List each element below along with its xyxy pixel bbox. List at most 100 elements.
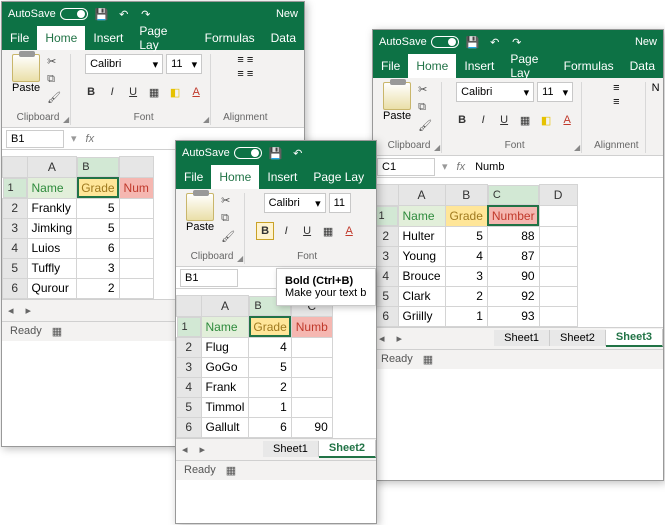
cell[interactable]: 3 [445,266,487,286]
copy-icon[interactable]: ⧉ [218,211,238,226]
paste-button[interactable]: Paste [186,193,214,244]
fx-dd-icon[interactable]: ▾ [439,160,451,173]
font-size-select[interactable]: 11▾ [166,54,202,74]
cell[interactable]: Grade [249,316,291,337]
cell[interactable]: Hulter [398,226,445,246]
col-header[interactable]: C [488,185,539,205]
fill-color-icon[interactable]: ◧ [167,84,183,100]
autosave-toggle[interactable]: AutoSave [182,147,262,159]
paste-button[interactable]: Paste [12,54,40,105]
menu-formulas[interactable]: Formulas [556,54,622,78]
bold-button[interactable]: B [83,84,99,100]
sheet-tab[interactable]: Sheet2 [319,440,376,458]
dialog-launcher-icon[interactable]: ◢ [574,143,580,152]
tab-nav-prev-icon[interactable]: ◂ [176,443,194,456]
formula-input[interactable]: Numb [471,161,663,173]
cell[interactable]: Name [398,205,445,226]
row-header[interactable]: 1 [3,178,27,198]
row-header[interactable]: 1 [177,317,201,337]
cut-icon[interactable]: ✂ [415,82,435,97]
format-painter-icon[interactable]: 🖌 [44,90,64,105]
row-header[interactable]: 5 [374,286,399,306]
sheet-tab[interactable]: Sheet3 [606,329,663,347]
cell[interactable]: Flug [201,337,249,357]
record-macro-icon[interactable]: ▦ [52,325,62,338]
italic-button[interactable]: I [475,112,491,128]
fx-cancel-icon[interactable]: ▾ [68,132,80,145]
redo-icon[interactable]: ↷ [509,36,525,49]
cell[interactable]: Frankly [27,198,77,218]
col-header[interactable]: D [539,185,577,206]
border-icon[interactable]: ▦ [320,223,336,239]
name-box[interactable]: B1 [180,269,238,287]
row-header[interactable]: 4 [177,377,202,397]
name-box[interactable]: C1 [377,158,435,176]
font-color-icon[interactable]: A [559,112,575,128]
row-header[interactable]: 3 [374,246,399,266]
cell[interactable]: 1 [249,397,291,417]
menu-pagelayout[interactable]: Page Lay [502,54,555,78]
undo-icon[interactable]: ↶ [116,8,132,21]
dialog-launcher-icon[interactable]: ◢ [63,115,69,124]
menu-data[interactable]: Data [263,26,304,50]
cell[interactable]: 87 [487,246,539,266]
cell[interactable]: 88 [487,226,539,246]
record-macro-icon[interactable]: ▦ [423,353,433,366]
row-header[interactable]: 4 [3,238,28,258]
cell[interactable]: 5 [77,198,119,218]
cell[interactable]: 2 [445,286,487,306]
row-header[interactable]: 2 [374,226,399,246]
font-name-select[interactable]: Calibri▾ [264,193,326,213]
col-header[interactable]: A [201,296,249,317]
spreadsheet-grid[interactable]: AB 1NameGradeNum 2Frankly5 3Jimking5 4Lu… [2,156,154,299]
sheet-tab[interactable]: Sheet1 [494,330,550,346]
fx-icon[interactable]: fx [451,161,472,173]
cell[interactable]: 6 [77,238,119,258]
row-header[interactable]: 6 [177,417,202,437]
row-header[interactable]: 6 [3,278,28,298]
format-painter-icon[interactable]: 🖌 [415,118,435,133]
paste-button[interactable]: Paste [383,82,411,133]
cell[interactable]: Grade [445,205,487,226]
tab-nav-next-icon[interactable]: ▸ [194,443,212,456]
cell[interactable]: 93 [487,306,539,326]
cell[interactable]: 5 [445,226,487,246]
cell[interactable]: Brouce [398,266,445,286]
cell[interactable]: 4 [249,337,291,357]
autosave-toggle[interactable]: AutoSave [8,8,88,20]
row-header[interactable]: 3 [177,357,202,377]
font-color-icon[interactable]: A [188,84,204,100]
menu-formulas[interactable]: Formulas [197,26,263,50]
redo-icon[interactable]: ↷ [138,8,154,21]
row-header[interactable]: 1 [374,206,398,226]
cell[interactable]: Young [398,246,445,266]
menu-pagelayout[interactable]: Page Lay [305,165,372,189]
sheet-tab[interactable]: Sheet2 [550,330,606,346]
cell[interactable]: Qurour [27,278,77,298]
italic-button[interactable]: I [278,223,294,239]
font-size-select[interactable]: 11▾ [537,82,573,102]
cell[interactable]: 5 [77,218,119,238]
fill-color-icon[interactable]: ◧ [538,112,554,128]
cell[interactable]: Grade [77,177,119,198]
cell[interactable]: 4 [445,246,487,266]
record-macro-icon[interactable]: ▦ [226,464,236,477]
menu-home[interactable]: Home [211,165,259,189]
save-icon[interactable]: 💾 [268,147,284,160]
col-header[interactable]: A [27,157,77,178]
copy-icon[interactable]: ⧉ [415,100,435,115]
cut-icon[interactable]: ✂ [44,54,64,69]
menu-home[interactable]: Home [37,26,85,50]
tab-nav-prev-icon[interactable]: ◂ [2,304,20,317]
cell[interactable]: 5 [249,357,291,377]
dialog-launcher-icon[interactable]: ◢ [434,143,440,152]
font-color-icon[interactable]: A [341,223,357,239]
align-top-icon[interactable]: ≡ [613,82,619,94]
col-header[interactable] [119,157,153,178]
row-header[interactable]: 2 [177,337,202,357]
border-icon[interactable]: ▦ [517,112,533,128]
cell[interactable]: Gallult [201,417,249,437]
autosave-switch-icon[interactable] [234,147,262,159]
align-left-icon[interactable]: ≡ [237,68,243,80]
cell[interactable]: 90 [291,417,332,437]
